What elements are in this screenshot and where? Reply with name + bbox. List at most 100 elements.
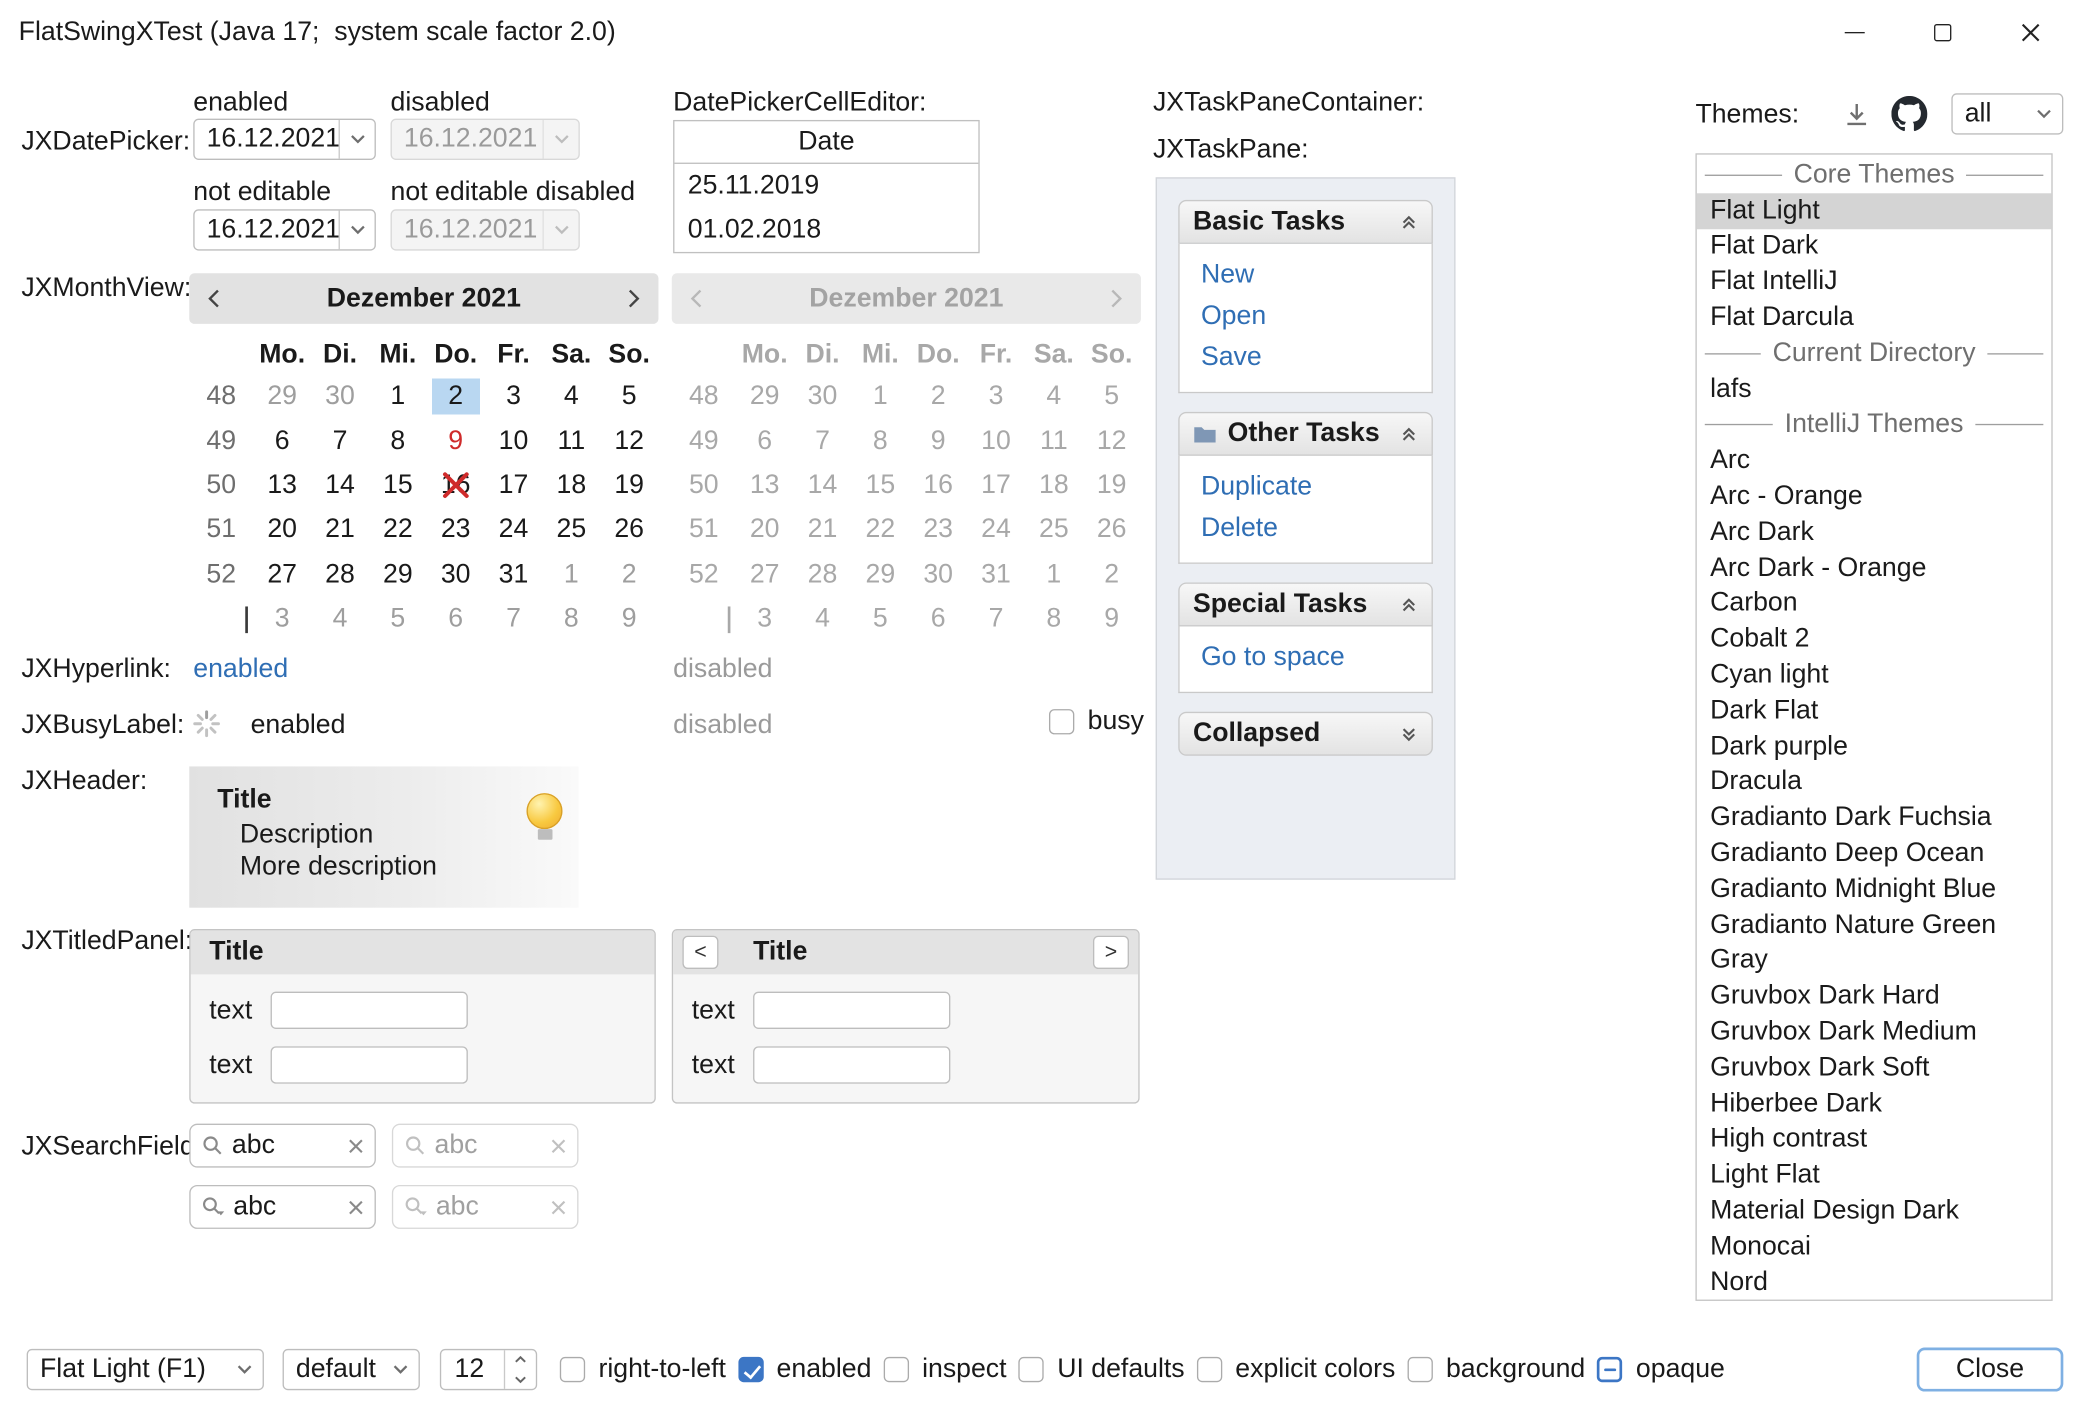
close-button[interactable]: Close [1917,1348,2064,1392]
theme-list-item[interactable]: Material Design Dark [1697,1193,2052,1229]
busy-checkbox[interactable]: busy [1049,706,1144,737]
option-checkbox[interactable]: right-to-left [560,1354,726,1385]
theme-list-item[interactable]: Flat Light [1697,193,2052,229]
laf-combo[interactable]: Flat Light (F1) [27,1349,264,1390]
text-input[interactable] [753,992,950,1029]
calendar-day[interactable]: 19 [600,464,658,509]
next-button[interactable]: > [1093,936,1129,969]
download-themes-button[interactable] [1839,97,1874,132]
checkbox-box[interactable] [1019,1357,1044,1382]
theme-list-item[interactable]: Flat Dark [1697,229,2052,265]
task-link[interactable]: Duplicate [1201,472,1432,503]
style-combo[interactable]: default [283,1349,420,1390]
calendar-day[interactable]: 15 [369,464,427,509]
datepicker-not-editable[interactable]: 16.12.2021 [193,209,376,250]
theme-list-item[interactable]: Gradianto Nature Green [1697,907,2052,943]
calendar-day[interactable]: 31 [485,553,543,598]
calendar-day[interactable]: 2 [600,553,658,598]
task-link[interactable]: Go to space [1201,642,1432,673]
github-button[interactable] [1890,95,1927,132]
datepicker-enabled[interactable]: 16.12.2021 [193,119,376,160]
calendar-day[interactable]: 10 [485,419,543,464]
theme-list-item[interactable]: Gruvbox Dark Hard [1697,979,2052,1015]
calendar-day[interactable]: 11 [542,419,600,464]
taskpane-special-header[interactable]: Special Tasks [1178,582,1433,626]
search-input[interactable] [233,1192,340,1223]
theme-list-item[interactable]: lafs [1697,372,2052,408]
spinner-down-button[interactable] [505,1370,536,1389]
calendar-day[interactable]: 3 [253,597,311,642]
calendar-day[interactable]: 1 [542,553,600,598]
calendar-day[interactable]: 21 [311,508,369,553]
previous-button[interactable]: < [682,936,718,969]
task-link[interactable]: Open [1201,301,1432,332]
calendar-day[interactable]: 8 [542,597,600,642]
calendar-day[interactable]: 17 [485,464,543,509]
calendar-day[interactable]: 7 [311,419,369,464]
calendar-day[interactable]: 29 [369,553,427,598]
theme-list-item[interactable]: IntelliJ Themes [1697,407,2052,443]
chevron-down-icon[interactable] [2026,95,2062,134]
search-icon[interactable] [201,1134,224,1157]
calendar-day[interactable]: 6 [253,419,311,464]
chevron-down-icon[interactable] [339,211,375,250]
checkbox-box[interactable] [1197,1357,1222,1382]
calendar-day[interactable]: 12 [600,419,658,464]
calendar-day[interactable]: 5 [369,597,427,642]
theme-list-item[interactable]: High contrast [1697,1122,2052,1158]
text-input[interactable] [753,1046,950,1083]
theme-list-item[interactable]: Light Flat [1697,1157,2052,1193]
calendar-day[interactable]: 5 [600,375,658,420]
taskpane-basic-header[interactable]: Basic Tasks [1178,200,1433,244]
theme-list-item[interactable]: Hiberbee Dark [1697,1086,2052,1122]
calendar-day[interactable]: 28 [311,553,369,598]
checkbox-box[interactable] [560,1357,585,1382]
theme-list-item[interactable]: Nord [1697,1265,2052,1301]
clear-icon[interactable] [348,1199,364,1215]
calendar-day[interactable]: 16 [427,464,485,509]
checkbox-box[interactable] [738,1357,763,1382]
theme-list-item[interactable]: Current Directory [1697,336,2052,372]
minimize-button[interactable] [1810,0,1898,64]
calendar-day[interactable]: 9 [427,419,485,464]
calendar-day[interactable]: 20 [253,508,311,553]
checkbox-box[interactable] [883,1357,908,1382]
calendar-day[interactable]: 25 [542,508,600,553]
theme-list-item[interactable]: Cyan light [1697,657,2052,693]
clear-icon[interactable] [348,1138,364,1154]
calendar-day[interactable]: 7 [485,597,543,642]
checkbox-box[interactable] [1597,1357,1622,1382]
calendar-day[interactable]: 8 [369,419,427,464]
checkbox-box[interactable] [1407,1357,1432,1382]
taskpane-collapsed-header[interactable]: Collapsed [1178,712,1433,756]
theme-list-item[interactable]: Arc - Orange [1697,479,2052,515]
option-checkbox[interactable]: UI defaults [1019,1354,1185,1385]
table-row[interactable]: 25.11.2019 [674,164,978,208]
previous-month-button[interactable] [208,289,220,308]
calendar-day[interactable]: 13 [253,464,311,509]
calendar-day[interactable]: 3 [485,375,543,420]
theme-list-item[interactable]: Gradianto Dark Fuchsia [1697,800,2052,836]
calendar-day[interactable]: 2 [427,375,485,420]
theme-list-item[interactable]: Flat IntelliJ [1697,264,2052,300]
next-month-button[interactable] [628,289,640,308]
option-checkbox[interactable]: enabled [738,1354,872,1385]
themes-filter-combo[interactable]: all [1951,93,2063,134]
calendar-day[interactable]: 30 [311,375,369,420]
calendar-day[interactable]: 1 [369,375,427,420]
theme-list-item[interactable]: Arc [1697,443,2052,479]
theme-list-item[interactable]: Dark Flat [1697,693,2052,729]
calendar-day[interactable]: 14 [311,464,369,509]
theme-list-item[interactable]: Arc Dark - Orange [1697,550,2052,586]
theme-list-item[interactable]: Cobalt 2 [1697,622,2052,658]
calendar-day[interactable]: 23 [427,508,485,553]
taskpane-other-header[interactable]: Other Tasks [1178,412,1433,456]
calendar-day[interactable]: 22 [369,508,427,553]
theme-list-item[interactable]: Arc Dark [1697,514,2052,550]
theme-list-item[interactable]: Monocai [1697,1229,2052,1265]
task-link[interactable]: Save [1201,343,1432,374]
maximize-button[interactable] [1898,0,1986,64]
task-link[interactable]: Delete [1201,513,1432,544]
theme-list-item[interactable]: Gray [1697,943,2052,979]
checkbox-box[interactable] [1049,709,1074,734]
